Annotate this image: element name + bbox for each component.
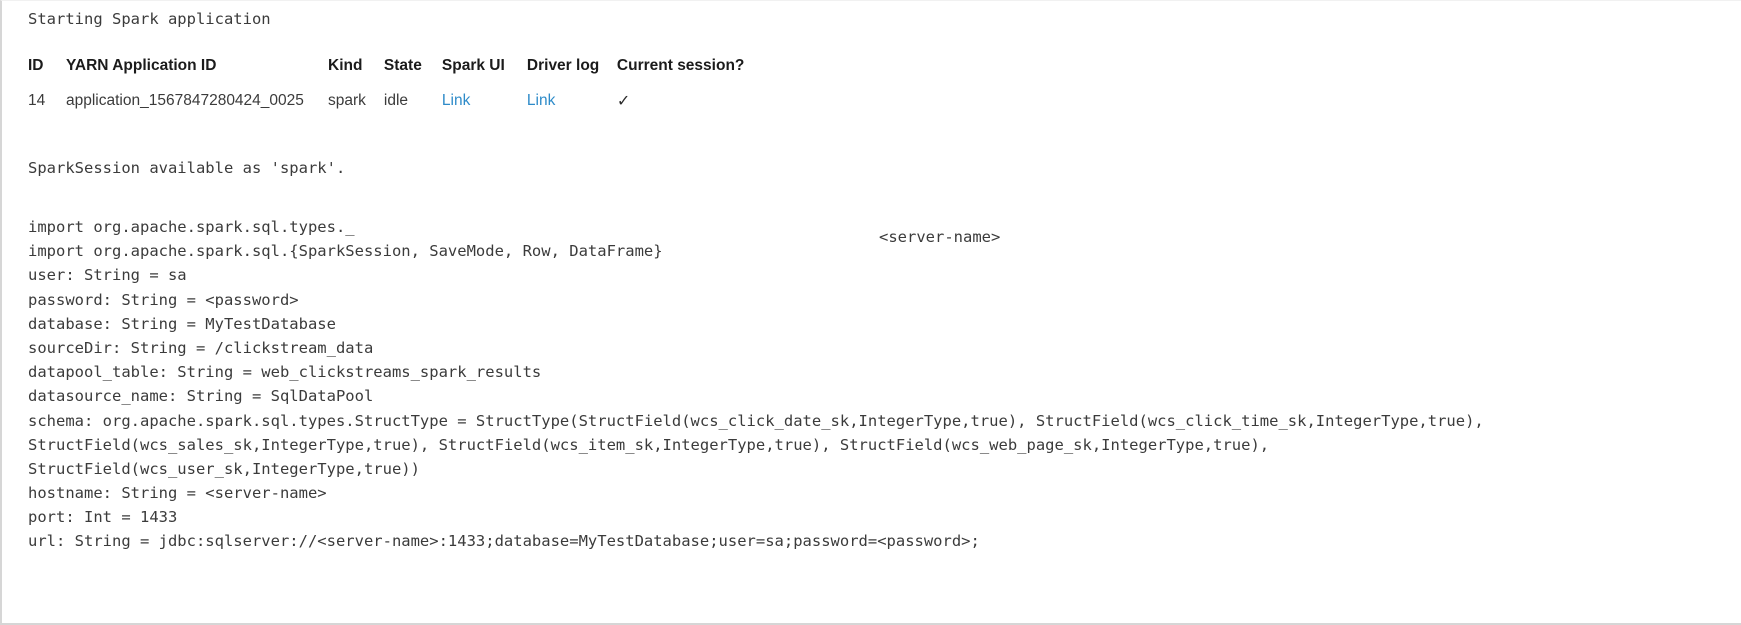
- checkmark-icon: ✓: [616, 93, 631, 110]
- cell-kind: spark: [328, 92, 366, 109]
- repl-output-line: hostname: String = <server-name>: [28, 484, 327, 503]
- repl-output-line: StructField(wcs_user_sk,IntegerType,true…: [28, 459, 420, 478]
- repl-output-line: sourceDir: String = /clickstream_data: [28, 338, 374, 357]
- scala-repl-output: import org.apache.spark.sql.types._impor…: [28, 215, 1728, 554]
- repl-output-line: password: String = <password>: [28, 290, 299, 309]
- repl-output-line: port: Int = 1433: [28, 508, 178, 527]
- driver-log-link[interactable]: Link: [527, 92, 555, 109]
- repl-output-line: user: String = sa: [28, 266, 187, 285]
- spark-session-available-message: SparkSession available as 'spark'.: [28, 159, 346, 177]
- cell-current-session: ✓: [617, 87, 747, 115]
- repl-output-line: import org.apache.spark.sql.types._: [28, 218, 355, 236]
- cell-state: idle: [383, 92, 409, 109]
- cell-spark-ui[interactable]: Link: [442, 87, 527, 115]
- repl-output-line: schema: org.apache.spark.sql.types.Struc…: [28, 411, 1484, 430]
- column-header-state: State: [383, 57, 422, 74]
- column-header-kind: Kind: [328, 57, 363, 74]
- repl-output-line: StructField(wcs_sales_sk,IntegerType,tru…: [28, 435, 1270, 454]
- spark-ui-link[interactable]: Link: [442, 92, 470, 109]
- column-header-spark-ui: Spark UI: [441, 57, 505, 74]
- repl-output-line: datapool_table: String = web_clickstream…: [28, 363, 542, 382]
- column-header-driver-log: Driver log: [526, 57, 600, 74]
- repl-output-line: datasource_name: String = SqlDataPool: [28, 387, 374, 406]
- repl-output-line: url: String = jdbc:sqlserver://<server-n…: [28, 532, 980, 551]
- table-header-row: ID YARN Application ID Kind State Spark …: [28, 53, 747, 87]
- notebook-output-cell: Starting Spark application ID YARN Appli…: [0, 0, 1741, 625]
- repl-output-line: import org.apache.spark.sql.{SparkSessio…: [28, 242, 663, 261]
- cell-yarn-app-id: application_1567847280424_0025: [66, 92, 304, 109]
- table-row: 14 application_1567847280424_0025 spark …: [28, 87, 747, 115]
- column-header-yarn-app-id: YARN Application ID: [66, 57, 217, 74]
- spark-start-status: Starting Spark application: [28, 10, 271, 28]
- column-header-current-session: Current session?: [616, 57, 745, 74]
- column-header-id: ID: [28, 57, 44, 74]
- cell-driver-log[interactable]: Link: [527, 87, 617, 115]
- spark-session-table: ID YARN Application ID Kind State Spark …: [28, 53, 747, 115]
- repl-output-line: database: String = MyTestDatabase: [28, 314, 336, 333]
- cell-id: 14: [28, 92, 46, 109]
